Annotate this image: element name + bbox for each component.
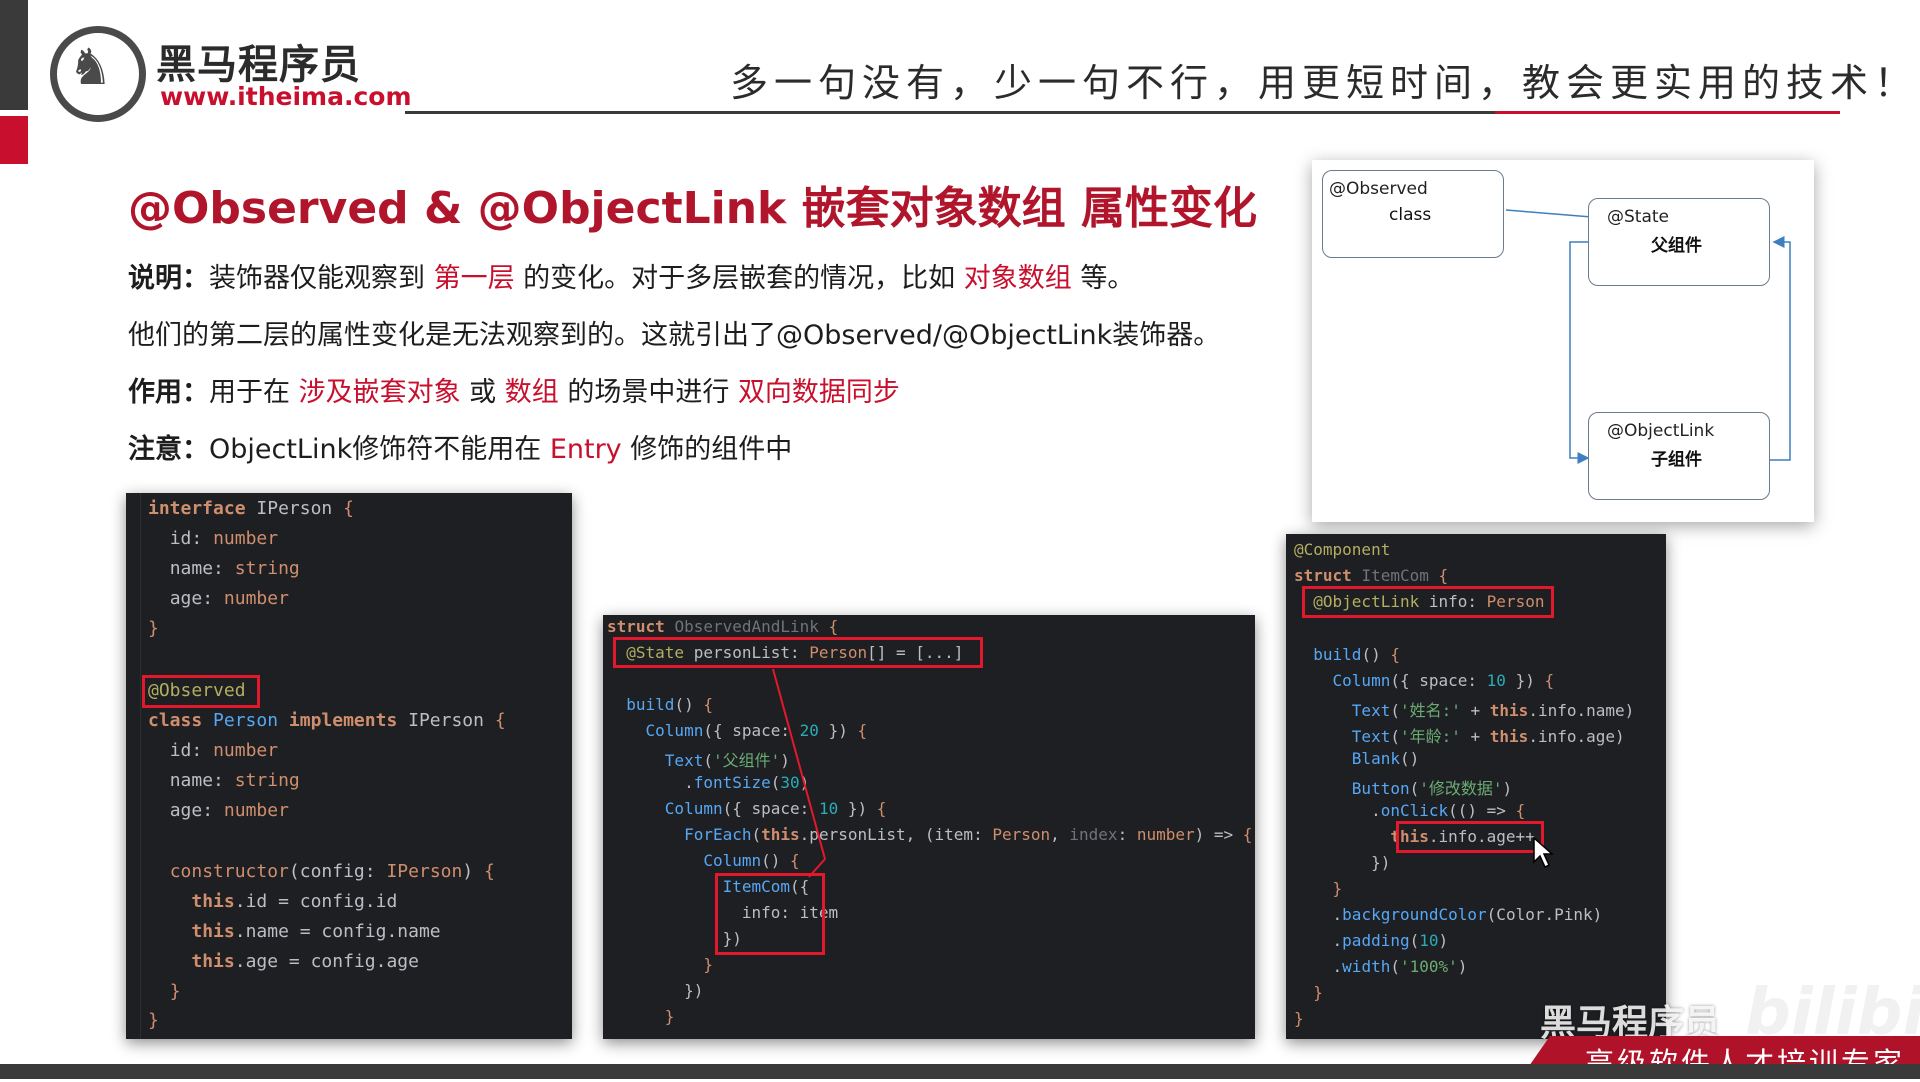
desc-text: 装饰器仅能观察到: [209, 263, 434, 294]
bottom-bar: [0, 1064, 1920, 1079]
code-line: Text('姓名:' + this.info.name): [1351, 701, 1635, 720]
highlight-box: [142, 675, 260, 708]
highlight-text: 双向数据同步: [737, 377, 900, 408]
annotation-arrow: [772, 668, 826, 878]
desc-label: 作用：: [128, 377, 209, 408]
box-label: @Observed: [1329, 179, 1428, 199]
header-divider-accent: [1495, 111, 1840, 114]
code-line: age: number: [169, 588, 289, 609]
code-line: }: [1294, 1009, 1304, 1028]
highlight-text: Entry: [549, 434, 622, 465]
highlight-text: 第一层: [433, 263, 515, 294]
desc-text: 或: [460, 377, 505, 408]
desc-label: 说明：: [128, 263, 209, 294]
left-dark-bar: [0, 0, 28, 110]
code-line: }): [1294, 853, 1391, 872]
code-line: age: number: [169, 800, 289, 821]
code-line: .backgroundColor(Color.Pink): [1294, 905, 1603, 924]
editor-gutter: [126, 493, 141, 1039]
brand-url: www.itheima.com: [160, 82, 412, 111]
desc-line-4: 注意：ObjectLink修饰符不能用在 Entry 修饰的组件中: [128, 427, 792, 466]
state-parent-box: @State 父组件: [1588, 198, 1770, 286]
code-line: .onClick(() => {: [1294, 801, 1526, 820]
code-line: Blank(): [1351, 749, 1420, 768]
box-label: @ObjectLink: [1607, 421, 1715, 441]
code-line: name: string: [169, 558, 300, 579]
code-line: .padding(10): [1294, 931, 1449, 950]
mouse-cursor-icon: [1533, 836, 1554, 869]
code-line: }: [148, 1010, 159, 1031]
desc-text: 修饰的组件中: [621, 434, 793, 465]
code-line: @Component: [1294, 540, 1391, 559]
code-line: build() {: [1313, 645, 1400, 664]
desc-line-3: 作用：用于在 涉及嵌套对象 或 数组 的场景中进行 双向数据同步: [128, 370, 900, 409]
highlight-text: 涉及嵌套对象: [298, 377, 461, 408]
desc-text: ObjectLink修饰符不能用在: [209, 434, 550, 465]
brand-logo: ♞ 黑马程序员 www.itheima.com: [50, 26, 412, 122]
desc-line-2: 他们的第二层的属性变化是无法观察到的。这就引出了@Observed/@Objec…: [128, 320, 1221, 351]
horse-icon: ♞: [68, 38, 113, 96]
code-line: }: [1313, 983, 1323, 1002]
objectlink-child-box: @ObjectLink 子组件: [1588, 412, 1770, 500]
observed-class-box: @Observed class: [1322, 170, 1504, 258]
highlight-box: [1396, 821, 1544, 853]
code-line: class Person implements IPerson {: [148, 710, 506, 731]
desc-text: 的场景中进行: [558, 377, 738, 408]
box-label: 父组件: [1651, 236, 1702, 256]
code-line: name: string: [169, 770, 300, 791]
box-label: class: [1389, 205, 1432, 225]
code-line: }: [148, 618, 159, 639]
code-panel-child-component: @Component struct ItemCom { @ObjectLink …: [1286, 534, 1666, 1039]
code-line: this.id = config.id: [191, 891, 398, 912]
code-line: this.age = config.age: [191, 951, 419, 972]
code-line: id: number: [169, 740, 279, 761]
left-red-bar: [0, 116, 28, 164]
desc-text: 用于在: [209, 377, 299, 408]
code-panel-parent-component: struct ObservedAndLink { @State personLi…: [603, 615, 1255, 1039]
code-panel-person-class: interface IPerson { id: number name: str…: [126, 493, 572, 1039]
code-line: Column({ space: 10 }) {: [1332, 671, 1555, 690]
highlight-text: 数组: [504, 377, 559, 408]
page-title: @Observed & @ObjectLink 嵌套对象数组 属性变化: [128, 183, 1257, 234]
code-line: }: [169, 981, 181, 1002]
code-line: this.name = config.name: [191, 921, 441, 942]
desc-text: 的变化。对于多层嵌套的情况，比如: [514, 263, 964, 294]
code-line: id: number: [169, 528, 279, 549]
slogan: 多一句没有，少一句不行，用更短时间，教会更实用的技术！: [730, 61, 1919, 105]
code-line: interface IPerson {: [148, 498, 354, 519]
code-line: }: [1332, 879, 1343, 898]
box-label: 子组件: [1651, 450, 1702, 470]
code-line: Text('年龄:' + this.info.age): [1351, 727, 1625, 746]
highlight-text: 对象数组: [963, 263, 1072, 294]
box-label: @State: [1607, 207, 1669, 227]
data-flow-diagram: @Observed class @State 父组件 @ObjectLink 子…: [1312, 160, 1814, 522]
code-line: .width('100%'): [1294, 957, 1468, 976]
highlight-box: [1302, 586, 1554, 618]
code-line: Button('修改数据'): [1351, 779, 1513, 798]
desc-line-1: 说明：装饰器仅能观察到 第一层 的变化。对于多层嵌套的情况，比如 对象数组 等。: [128, 256, 1134, 295]
code-line: struct ItemCom {: [1294, 566, 1449, 585]
desc-label: 注意：: [128, 434, 209, 465]
code-line: constructor(config: IPerson) {: [169, 861, 495, 882]
desc-text: 等。: [1071, 263, 1135, 294]
